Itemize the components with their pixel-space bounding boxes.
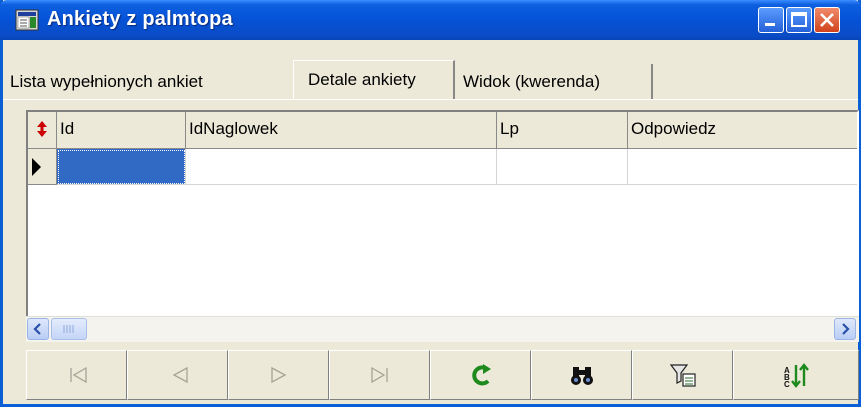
horizontal-scrollbar[interactable]	[26, 316, 859, 342]
tab-widok-kwerenda[interactable]: Widok (kwerenda)	[457, 64, 653, 100]
filter-button[interactable]	[632, 350, 733, 400]
sort-button[interactable]: A B C	[733, 350, 859, 400]
maximize-button[interactable]	[786, 7, 812, 33]
last-record-icon	[371, 366, 388, 384]
first-record-button[interactable]	[26, 350, 127, 400]
app-window: Ankiety z palmtopa Lista wypełnionych an…	[0, 0, 861, 407]
svg-text:C: C	[784, 380, 790, 389]
column-label: IdNaglowek	[189, 119, 278, 138]
sort-icon: A B C	[784, 363, 809, 389]
tab-label: Lista wypełnionych ankiet	[10, 72, 203, 91]
resize-arrow-icon	[37, 121, 47, 137]
column-header-lp[interactable]: Lp	[497, 112, 628, 149]
next-record-icon	[271, 366, 287, 384]
column-header-idnaglowek[interactable]: IdNaglowek	[186, 112, 497, 149]
minimize-icon	[765, 23, 775, 26]
scroll-right-button[interactable]	[834, 318, 856, 340]
prior-record-icon	[172, 366, 188, 384]
column-label: Lp	[500, 119, 519, 138]
close-icon	[820, 13, 834, 27]
chevron-right-icon	[842, 323, 850, 335]
db-navigator: A B C	[26, 350, 859, 400]
scroll-left-button[interactable]	[27, 318, 49, 340]
cell-idnaglowek[interactable]	[186, 149, 497, 185]
prior-record-button[interactable]	[127, 350, 228, 400]
maximize-icon	[791, 12, 807, 27]
binoculars-icon	[571, 367, 593, 385]
current-row-icon	[32, 158, 41, 176]
scroll-thumb[interactable]	[51, 318, 87, 340]
refresh-icon	[472, 364, 491, 386]
tab-strip: Lista wypełnionych ankiet Detale ankiety…	[3, 60, 858, 100]
tab-label: Detale ankiety	[308, 70, 416, 89]
app-icon	[15, 9, 39, 31]
column-header-id[interactable]: Id	[57, 112, 186, 149]
close-button[interactable]	[814, 7, 840, 33]
cell-id[interactable]	[57, 149, 186, 185]
minimize-button[interactable]	[758, 7, 784, 33]
tab-label: Widok (kwerenda)	[463, 72, 600, 91]
last-record-button[interactable]	[329, 350, 430, 400]
row-indicator[interactable]	[28, 149, 57, 185]
tab-lista-ankiet[interactable]: Lista wypełnionych ankiet	[4, 64, 291, 100]
find-button[interactable]	[531, 350, 632, 400]
first-record-icon	[70, 366, 87, 384]
tab-divider	[3, 99, 858, 100]
next-record-button[interactable]	[228, 350, 329, 400]
title-bar[interactable]: Ankiety z palmtopa	[0, 0, 861, 40]
grip-icon	[63, 325, 74, 333]
refresh-button[interactable]	[430, 350, 531, 400]
data-grid[interactable]: Id IdNaglowek Lp Odpowiedz	[26, 110, 859, 342]
cell-lp[interactable]	[497, 149, 628, 185]
column-label: Odpowiedz	[631, 119, 717, 138]
chevron-left-icon	[33, 323, 41, 335]
column-header-odpowiedz[interactable]: Odpowiedz	[628, 112, 857, 149]
window-title: Ankiety z palmtopa	[47, 8, 233, 30]
grid-corner[interactable]	[28, 112, 57, 149]
tab-detale-ankiety[interactable]: Detale ankiety	[293, 60, 455, 100]
column-label: Id	[60, 119, 75, 138]
cell-odpowiedz[interactable]	[628, 149, 857, 185]
filter-icon	[669, 364, 696, 387]
